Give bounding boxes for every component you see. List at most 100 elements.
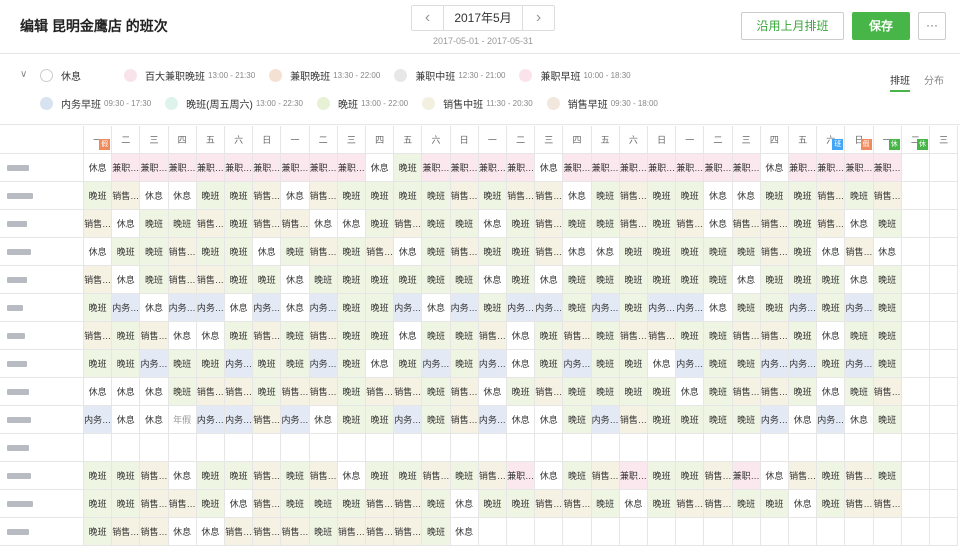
shift-cell[interactable]: 销售… <box>253 490 282 518</box>
shift-cell[interactable] <box>591 434 620 462</box>
shift-cell[interactable]: 晚班 <box>450 462 479 490</box>
shift-cell[interactable]: 休息 <box>789 406 818 434</box>
shift-cell[interactable]: 晚班 <box>366 266 395 294</box>
shift-cell[interactable]: 晚班 <box>366 294 395 322</box>
shift-cell[interactable]: 内务… <box>394 406 423 434</box>
tab-schedule[interactable]: 排班 <box>890 72 910 92</box>
shift-cell[interactable]: 销售… <box>337 518 366 546</box>
shift-cell[interactable]: 休息 <box>732 182 761 210</box>
shift-cell[interactable]: 内务… <box>845 350 874 378</box>
shift-cell[interactable]: 销售… <box>253 462 282 490</box>
shift-cell[interactable]: 晚班 <box>422 406 451 434</box>
shift-cell[interactable]: 休息 <box>619 490 648 518</box>
shift-cell[interactable]: 休息 <box>168 518 197 546</box>
shift-cell[interactable]: 休息 <box>112 378 141 406</box>
shift-cell[interactable]: 晚班 <box>704 406 733 434</box>
shift-cell[interactable]: 休息 <box>760 154 789 182</box>
shift-cell[interactable] <box>845 518 874 546</box>
shift-cell[interactable]: 晚班 <box>281 490 310 518</box>
shift-cell[interactable]: 内务… <box>789 350 818 378</box>
shift-cell[interactable]: 销售… <box>140 490 169 518</box>
more-options-button[interactable]: ··· <box>918 12 946 40</box>
shift-cell[interactable]: 内务… <box>309 294 338 322</box>
shift-cell[interactable] <box>535 434 564 462</box>
shift-cell[interactable]: 销售… <box>873 378 902 406</box>
shift-cell[interactable]: 内务… <box>309 350 338 378</box>
shift-cell[interactable]: 晚班 <box>422 266 451 294</box>
shift-cell[interactable] <box>507 518 536 546</box>
shift-cell[interactable] <box>789 434 818 462</box>
shift-cell[interactable]: 晚班 <box>337 350 366 378</box>
shift-cell[interactable]: 晚班 <box>760 490 789 518</box>
shift-cell[interactable]: 兼职… <box>196 154 225 182</box>
shift-cell[interactable] <box>901 322 930 350</box>
shift-cell[interactable]: 销售… <box>394 490 423 518</box>
shift-cell[interactable]: 销售… <box>704 490 733 518</box>
shift-cell[interactable]: 晚班 <box>648 266 677 294</box>
shift-cell[interactable]: 休息 <box>168 322 197 350</box>
shift-cell[interactable]: 兼职… <box>450 154 479 182</box>
shift-cell[interactable]: 销售… <box>366 238 395 266</box>
shift-cell[interactable]: 晚班 <box>309 266 338 294</box>
shift-cell[interactable] <box>901 518 930 546</box>
shift-cell[interactable]: 销售… <box>563 490 592 518</box>
shift-cell[interactable] <box>901 350 930 378</box>
shift-cell[interactable]: 晚班 <box>253 350 282 378</box>
shift-cell[interactable]: 休息 <box>563 182 592 210</box>
shift-cell[interactable]: 晚班 <box>140 238 169 266</box>
shift-cell[interactable] <box>676 434 705 462</box>
shift-cell[interactable]: 晚班 <box>873 462 902 490</box>
shift-cell[interactable] <box>619 434 648 462</box>
shift-cell[interactable]: 内务… <box>140 350 169 378</box>
shift-cell[interactable]: 兼职… <box>140 154 169 182</box>
shift-cell[interactable] <box>901 154 930 182</box>
shift-cell[interactable]: 销售… <box>309 322 338 350</box>
shift-cell[interactable]: 兼职… <box>873 154 902 182</box>
shift-cell[interactable]: 销售… <box>84 266 113 294</box>
shift-cell[interactable] <box>901 266 930 294</box>
shift-cell[interactable]: 晚班 <box>281 462 310 490</box>
shift-cell[interactable]: 晚班 <box>366 406 395 434</box>
shift-cell[interactable]: 晚班 <box>648 210 677 238</box>
shift-cell[interactable]: 休息 <box>732 266 761 294</box>
shift-cell[interactable]: 晚班 <box>225 266 254 294</box>
shift-cell[interactable]: 休息 <box>845 266 874 294</box>
shift-cell[interactable]: 销售… <box>845 462 874 490</box>
shift-cell[interactable]: 休息 <box>112 406 141 434</box>
shift-cell[interactable]: 内务… <box>789 294 818 322</box>
shift-cell[interactable] <box>901 378 930 406</box>
shift-cell[interactable]: 休息 <box>281 182 310 210</box>
shift-cell[interactable]: 休息 <box>817 322 846 350</box>
shift-cell[interactable] <box>478 518 507 546</box>
shift-cell[interactable]: 晚班 <box>817 294 846 322</box>
shift-cell[interactable]: 兼职… <box>619 154 648 182</box>
shift-cell[interactable] <box>225 434 254 462</box>
shift-cell[interactable]: 休息 <box>140 294 169 322</box>
shift-cell[interactable]: 休息 <box>84 238 113 266</box>
shift-cell[interactable]: 销售… <box>535 238 564 266</box>
shift-cell[interactable]: 休息 <box>422 294 451 322</box>
shift-cell[interactable]: 晚班 <box>394 266 423 294</box>
shift-cell[interactable]: 晚班 <box>253 378 282 406</box>
shift-cell[interactable]: 销售… <box>478 462 507 490</box>
shift-cell[interactable]: 晚班 <box>196 238 225 266</box>
shift-cell[interactable]: 内务… <box>478 350 507 378</box>
shift-cell[interactable]: 兼职… <box>817 154 846 182</box>
shift-cell[interactable]: 晚班 <box>817 266 846 294</box>
save-button[interactable]: 保存 <box>852 12 910 40</box>
shift-cell[interactable]: 晚班 <box>394 182 423 210</box>
shift-cell[interactable]: 晚班 <box>478 294 507 322</box>
shift-cell[interactable]: 晚班 <box>704 378 733 406</box>
shift-cell[interactable]: 晚班 <box>648 378 677 406</box>
shift-cell[interactable]: 晚班 <box>563 210 592 238</box>
shift-cell[interactable]: 晚班 <box>507 238 536 266</box>
shift-cell[interactable] <box>901 434 930 462</box>
shift-cell[interactable]: 销售… <box>309 378 338 406</box>
shift-cell[interactable]: 休息 <box>478 266 507 294</box>
shift-cell[interactable] <box>732 434 761 462</box>
shift-cell[interactable]: 销售… <box>845 490 874 518</box>
shift-cell[interactable]: 晚班 <box>394 350 423 378</box>
shift-cell[interactable]: 晚班 <box>648 490 677 518</box>
tab-distribution[interactable]: 分布 <box>924 72 944 92</box>
shift-cell[interactable]: 内务… <box>591 294 620 322</box>
